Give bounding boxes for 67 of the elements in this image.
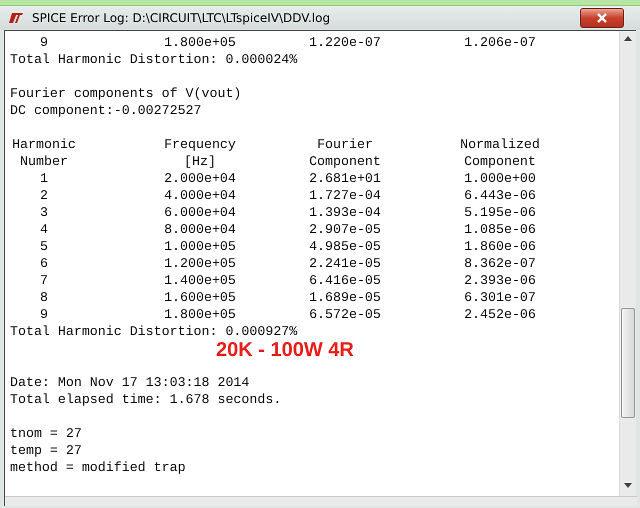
table-cell-text: 1.206e-07 xyxy=(463,34,537,51)
table-cell-text: 2.907e-05 xyxy=(308,221,382,238)
table-cell-text: 6.443e-06 xyxy=(463,187,537,204)
table-cell-text: 4.985e-05 xyxy=(308,238,382,255)
table-cell-text: 8.000e+04 xyxy=(163,221,237,238)
log-line: method = modified trap xyxy=(9,459,186,476)
close-icon xyxy=(597,13,607,23)
table-cell-text: Component xyxy=(308,153,382,170)
close-button[interactable] xyxy=(580,8,624,28)
window-title: SPICE Error Log: D:\CIRCUIT\LTC\LTspiceIV\DDV.log xyxy=(32,10,330,27)
table-cell-text: Component xyxy=(463,153,537,170)
table-cell-text: 1.727e-04 xyxy=(308,187,382,204)
scroll-down-icon xyxy=(624,483,632,488)
log-line: Total elapsed time: 1.678 seconds. xyxy=(9,391,282,408)
table-cell-text: 8.362e-07 xyxy=(463,255,537,272)
table-cell-text: 2.452e-06 xyxy=(463,306,537,323)
table-cell-text: 1.085e-06 xyxy=(463,221,537,238)
table-cell-text: 1.000e+05 xyxy=(163,238,237,255)
horizontal-scrollbar[interactable] xyxy=(5,496,637,506)
table-cell-text: 1.000e+00 xyxy=(463,170,537,187)
log-line: Fourier components of V(vout) xyxy=(9,85,242,102)
table-cell-text: 2 xyxy=(39,187,49,204)
table-cell-text: 9 xyxy=(39,34,49,51)
table-cell-text: 6.416e-05 xyxy=(308,272,382,289)
log-line: tnom = 27 xyxy=(9,425,82,442)
log-line: Date: Mon Nov 17 13:03:18 2014 xyxy=(9,374,250,391)
table-cell-text: 9 xyxy=(39,306,49,323)
table-cell-text: 3 xyxy=(39,204,49,221)
annotation-text: 20K - 100W 4R xyxy=(216,338,354,362)
vertical-scrollbar[interactable] xyxy=(619,31,636,496)
table-cell-text: 1.800e+05 xyxy=(163,34,237,51)
table-cell-text: 1 xyxy=(39,170,49,187)
table-cell-text: 5 xyxy=(39,238,49,255)
table-cell-text: Number xyxy=(19,153,69,170)
app-logo-icon xyxy=(8,12,24,24)
table-cell-text: 1.400e+05 xyxy=(163,272,237,289)
table-cell-text: 2.000e+04 xyxy=(163,170,237,187)
table-cell-text: [Hz] xyxy=(183,153,217,170)
table-cell-text: 2.393e-06 xyxy=(463,272,537,289)
table-cell-text: Normalized xyxy=(459,136,541,153)
table-cell-text: 1.689e-05 xyxy=(308,289,382,306)
table-cell-text: 5.195e-06 xyxy=(463,204,537,221)
table-cell-text: 2.681e+01 xyxy=(308,170,382,187)
table-cell-text: 4.000e+04 xyxy=(163,187,237,204)
table-cell-text: 2.241e-05 xyxy=(308,255,382,272)
table-cell-text: 6 xyxy=(39,255,49,272)
log-line: DC component:-0.00272527 xyxy=(9,102,202,119)
table-cell-text: Fourier xyxy=(316,136,374,153)
table-cell-text: 7 xyxy=(39,272,49,289)
table-cell-text: 6.000e+04 xyxy=(163,204,237,221)
table-cell-text: 1.220e-07 xyxy=(308,34,382,51)
log-line: temp = 27 xyxy=(9,442,82,459)
table-cell-text: 6.301e-07 xyxy=(463,289,537,306)
table-cell-text: 1.200e+05 xyxy=(163,255,237,272)
table-cell-text: 8 xyxy=(39,289,49,306)
scroll-up-icon xyxy=(624,36,632,41)
table-cell-text: Frequency xyxy=(163,136,237,153)
table-cell-text: 1.600e+05 xyxy=(163,289,237,306)
table-cell-text: 4 xyxy=(39,221,49,238)
log-line: Total Harmonic Distortion: 0.000927% xyxy=(9,323,298,340)
table-cell-text: 6.572e-05 xyxy=(308,306,382,323)
table-cell-text: Harmonic xyxy=(11,136,77,153)
table-cell-text: 1.393e-04 xyxy=(308,204,382,221)
log-line: Total Harmonic Distortion: 0.000024% xyxy=(9,51,298,68)
table-cell-text: 1.860e-06 xyxy=(463,238,537,255)
scrollbar-thumb[interactable] xyxy=(621,308,636,418)
table-cell-text: 1.800e+05 xyxy=(163,306,237,323)
